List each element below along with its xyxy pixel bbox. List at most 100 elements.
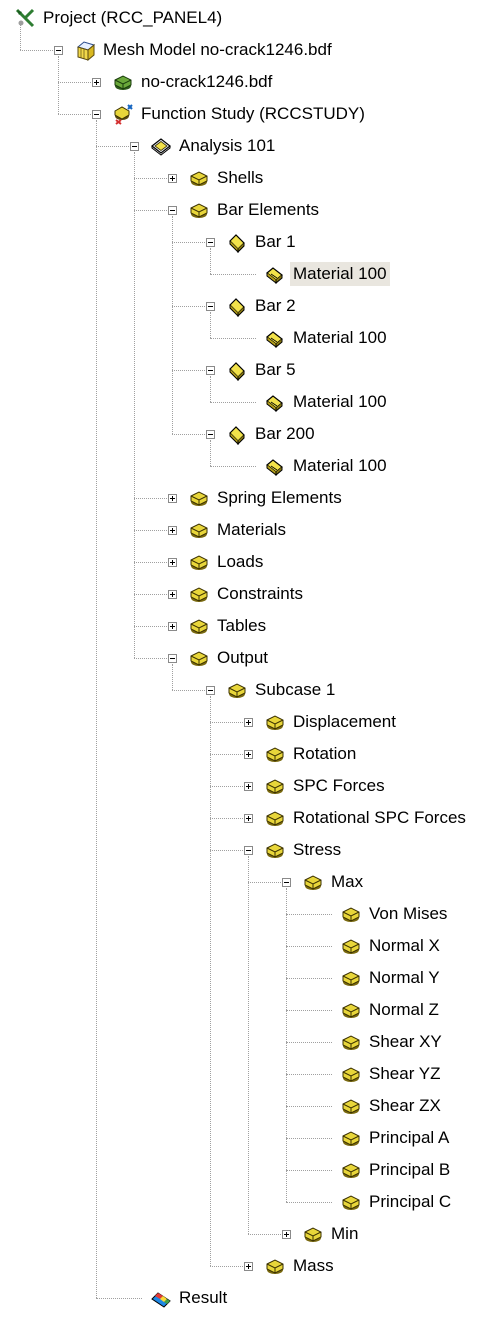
collapse-minus-icon[interactable] bbox=[244, 846, 253, 855]
collapse-minus-icon[interactable] bbox=[168, 206, 177, 215]
tree-item-displacement[interactable]: Displacement bbox=[0, 706, 502, 738]
tree-item-material-100[interactable]: Material 100 bbox=[0, 258, 502, 290]
bar-icon bbox=[226, 295, 248, 317]
tree-item-label: Material 100 bbox=[290, 262, 390, 286]
tree-item-normal-x[interactable]: Normal X bbox=[0, 930, 502, 962]
tree-item-output[interactable]: Output bbox=[0, 642, 502, 674]
collapse-minus-icon[interactable] bbox=[206, 366, 215, 375]
folder-icon bbox=[264, 807, 286, 829]
tree-item-bar-1[interactable]: Bar 1 bbox=[0, 226, 502, 258]
folder-icon bbox=[340, 1031, 362, 1053]
expand-plus-icon[interactable] bbox=[92, 78, 101, 87]
tree-item-von-mises[interactable]: Von Mises bbox=[0, 898, 502, 930]
collapse-minus-icon[interactable] bbox=[92, 110, 101, 119]
material-icon bbox=[264, 455, 286, 477]
tree-item-shear-yz[interactable]: Shear YZ bbox=[0, 1058, 502, 1090]
tree-item-bar-5[interactable]: Bar 5 bbox=[0, 354, 502, 386]
collapse-minus-icon[interactable] bbox=[282, 878, 291, 887]
collapse-minus-icon[interactable] bbox=[206, 302, 215, 311]
tree-item-normal-y[interactable]: Normal Y bbox=[0, 962, 502, 994]
collapse-minus-icon[interactable] bbox=[54, 46, 63, 55]
tree-item-project-rcc-panel4[interactable]: Project (RCC_PANEL4) bbox=[0, 2, 502, 34]
expand-plus-icon[interactable] bbox=[168, 174, 177, 183]
tree-item-shells[interactable]: Shells bbox=[0, 162, 502, 194]
folder-icon bbox=[188, 519, 210, 541]
tree-item-constraints[interactable]: Constraints bbox=[0, 578, 502, 610]
tree-item-loads[interactable]: Loads bbox=[0, 546, 502, 578]
tree-item-mesh-model-no-crack1246-bdf[interactable]: Mesh Model no-crack1246.bdf bbox=[0, 34, 502, 66]
tree-item-material-100[interactable]: Material 100 bbox=[0, 450, 502, 482]
expand-plus-icon[interactable] bbox=[168, 622, 177, 631]
tree-item-label: Subcase 1 bbox=[255, 680, 336, 699]
tree-item-shear-xy[interactable]: Shear XY bbox=[0, 1026, 502, 1058]
tree-item-max[interactable]: Max bbox=[0, 866, 502, 898]
tree-item-materials[interactable]: Materials bbox=[0, 514, 502, 546]
tree-item-result[interactable]: Result bbox=[0, 1282, 502, 1314]
folder-icon bbox=[264, 839, 286, 861]
tree-item-no-crack1246-bdf[interactable]: no-crack1246.bdf bbox=[0, 66, 502, 98]
tree-item-normal-z[interactable]: Normal Z bbox=[0, 994, 502, 1026]
tree-item-label: Von Mises bbox=[369, 904, 448, 923]
tree-item-label: Constraints bbox=[217, 584, 303, 603]
tree-item-analysis-101[interactable]: Analysis 101 bbox=[0, 130, 502, 162]
result-icon bbox=[150, 1287, 172, 1309]
tree-item-mass[interactable]: Mass bbox=[0, 1250, 502, 1282]
expand-plus-icon[interactable] bbox=[244, 782, 253, 791]
tree-item-tables[interactable]: Tables bbox=[0, 610, 502, 642]
tree-item-label: Material 100 bbox=[293, 456, 387, 475]
tree-item-label: Rotation bbox=[293, 744, 357, 763]
collapse-minus-icon[interactable] bbox=[206, 238, 215, 247]
collapse-minus-icon[interactable] bbox=[206, 686, 215, 695]
tree-item-stress[interactable]: Stress bbox=[0, 834, 502, 866]
expand-plus-icon[interactable] bbox=[244, 718, 253, 727]
folder-icon bbox=[188, 615, 210, 637]
expand-plus-icon[interactable] bbox=[244, 750, 253, 759]
collapse-minus-icon[interactable] bbox=[130, 142, 139, 151]
tree-item-min[interactable]: Min bbox=[0, 1218, 502, 1250]
tree-item-principal-a[interactable]: Principal A bbox=[0, 1122, 502, 1154]
tree-item-label: Normal Z bbox=[369, 1000, 439, 1019]
tree-item-label: Function Study (RCCSTUDY) bbox=[141, 104, 365, 123]
tree-item-label: Principal A bbox=[369, 1128, 450, 1147]
collapse-minus-icon[interactable] bbox=[168, 654, 177, 663]
expand-plus-icon[interactable] bbox=[168, 558, 177, 567]
expand-plus-icon[interactable] bbox=[168, 526, 177, 535]
tree-item-label: Material 100 bbox=[293, 328, 387, 347]
folder-icon bbox=[188, 199, 210, 221]
tree-item-principal-b[interactable]: Principal B bbox=[0, 1154, 502, 1186]
tree-item-spring-elements[interactable]: Spring Elements bbox=[0, 482, 502, 514]
tree-item-label: Rotational SPC Forces bbox=[293, 808, 466, 827]
tree-item-spc-forces[interactable]: SPC Forces bbox=[0, 770, 502, 802]
tree-item-bar-elements[interactable]: Bar Elements bbox=[0, 194, 502, 226]
tree-item-bar-200[interactable]: Bar 200 bbox=[0, 418, 502, 450]
tree-item-rotation[interactable]: Rotation bbox=[0, 738, 502, 770]
tree-item-label: Project (RCC_PANEL4) bbox=[43, 8, 223, 27]
tree-item-shear-zx[interactable]: Shear ZX bbox=[0, 1090, 502, 1122]
expand-plus-icon[interactable] bbox=[244, 814, 253, 823]
tree-item-function-study-rccstudy[interactable]: Function Study (RCCSTUDY) bbox=[0, 98, 502, 130]
tree-item-rotational-spc-forces[interactable]: Rotational SPC Forces bbox=[0, 802, 502, 834]
tree-item-label: Shear ZX bbox=[369, 1096, 441, 1115]
expand-plus-icon[interactable] bbox=[168, 494, 177, 503]
expand-plus-icon[interactable] bbox=[168, 590, 177, 599]
tree-item-label: Shear XY bbox=[369, 1032, 442, 1051]
folder-icon bbox=[302, 1223, 324, 1245]
tree-item-label: Normal Y bbox=[369, 968, 440, 987]
analysis-icon bbox=[150, 135, 172, 157]
folder-icon bbox=[340, 1063, 362, 1085]
folder-icon bbox=[340, 1095, 362, 1117]
project-icon bbox=[14, 7, 36, 29]
bar-icon bbox=[226, 231, 248, 253]
tree-item-material-100[interactable]: Material 100 bbox=[0, 322, 502, 354]
tree-item-principal-c[interactable]: Principal C bbox=[0, 1186, 502, 1218]
project-tree: Project (RCC_PANEL4) Mesh Model no-crack1… bbox=[0, 0, 502, 1319]
collapse-minus-icon[interactable] bbox=[206, 430, 215, 439]
tree-item-material-100[interactable]: Material 100 bbox=[0, 386, 502, 418]
tree-item-subcase-1[interactable]: Subcase 1 bbox=[0, 674, 502, 706]
tree-item-label: Shear YZ bbox=[369, 1064, 441, 1083]
folder-icon bbox=[340, 935, 362, 957]
tree-item-label: Spring Elements bbox=[217, 488, 342, 507]
expand-plus-icon[interactable] bbox=[244, 1262, 253, 1271]
expand-plus-icon[interactable] bbox=[282, 1230, 291, 1239]
tree-item-bar-2[interactable]: Bar 2 bbox=[0, 290, 502, 322]
